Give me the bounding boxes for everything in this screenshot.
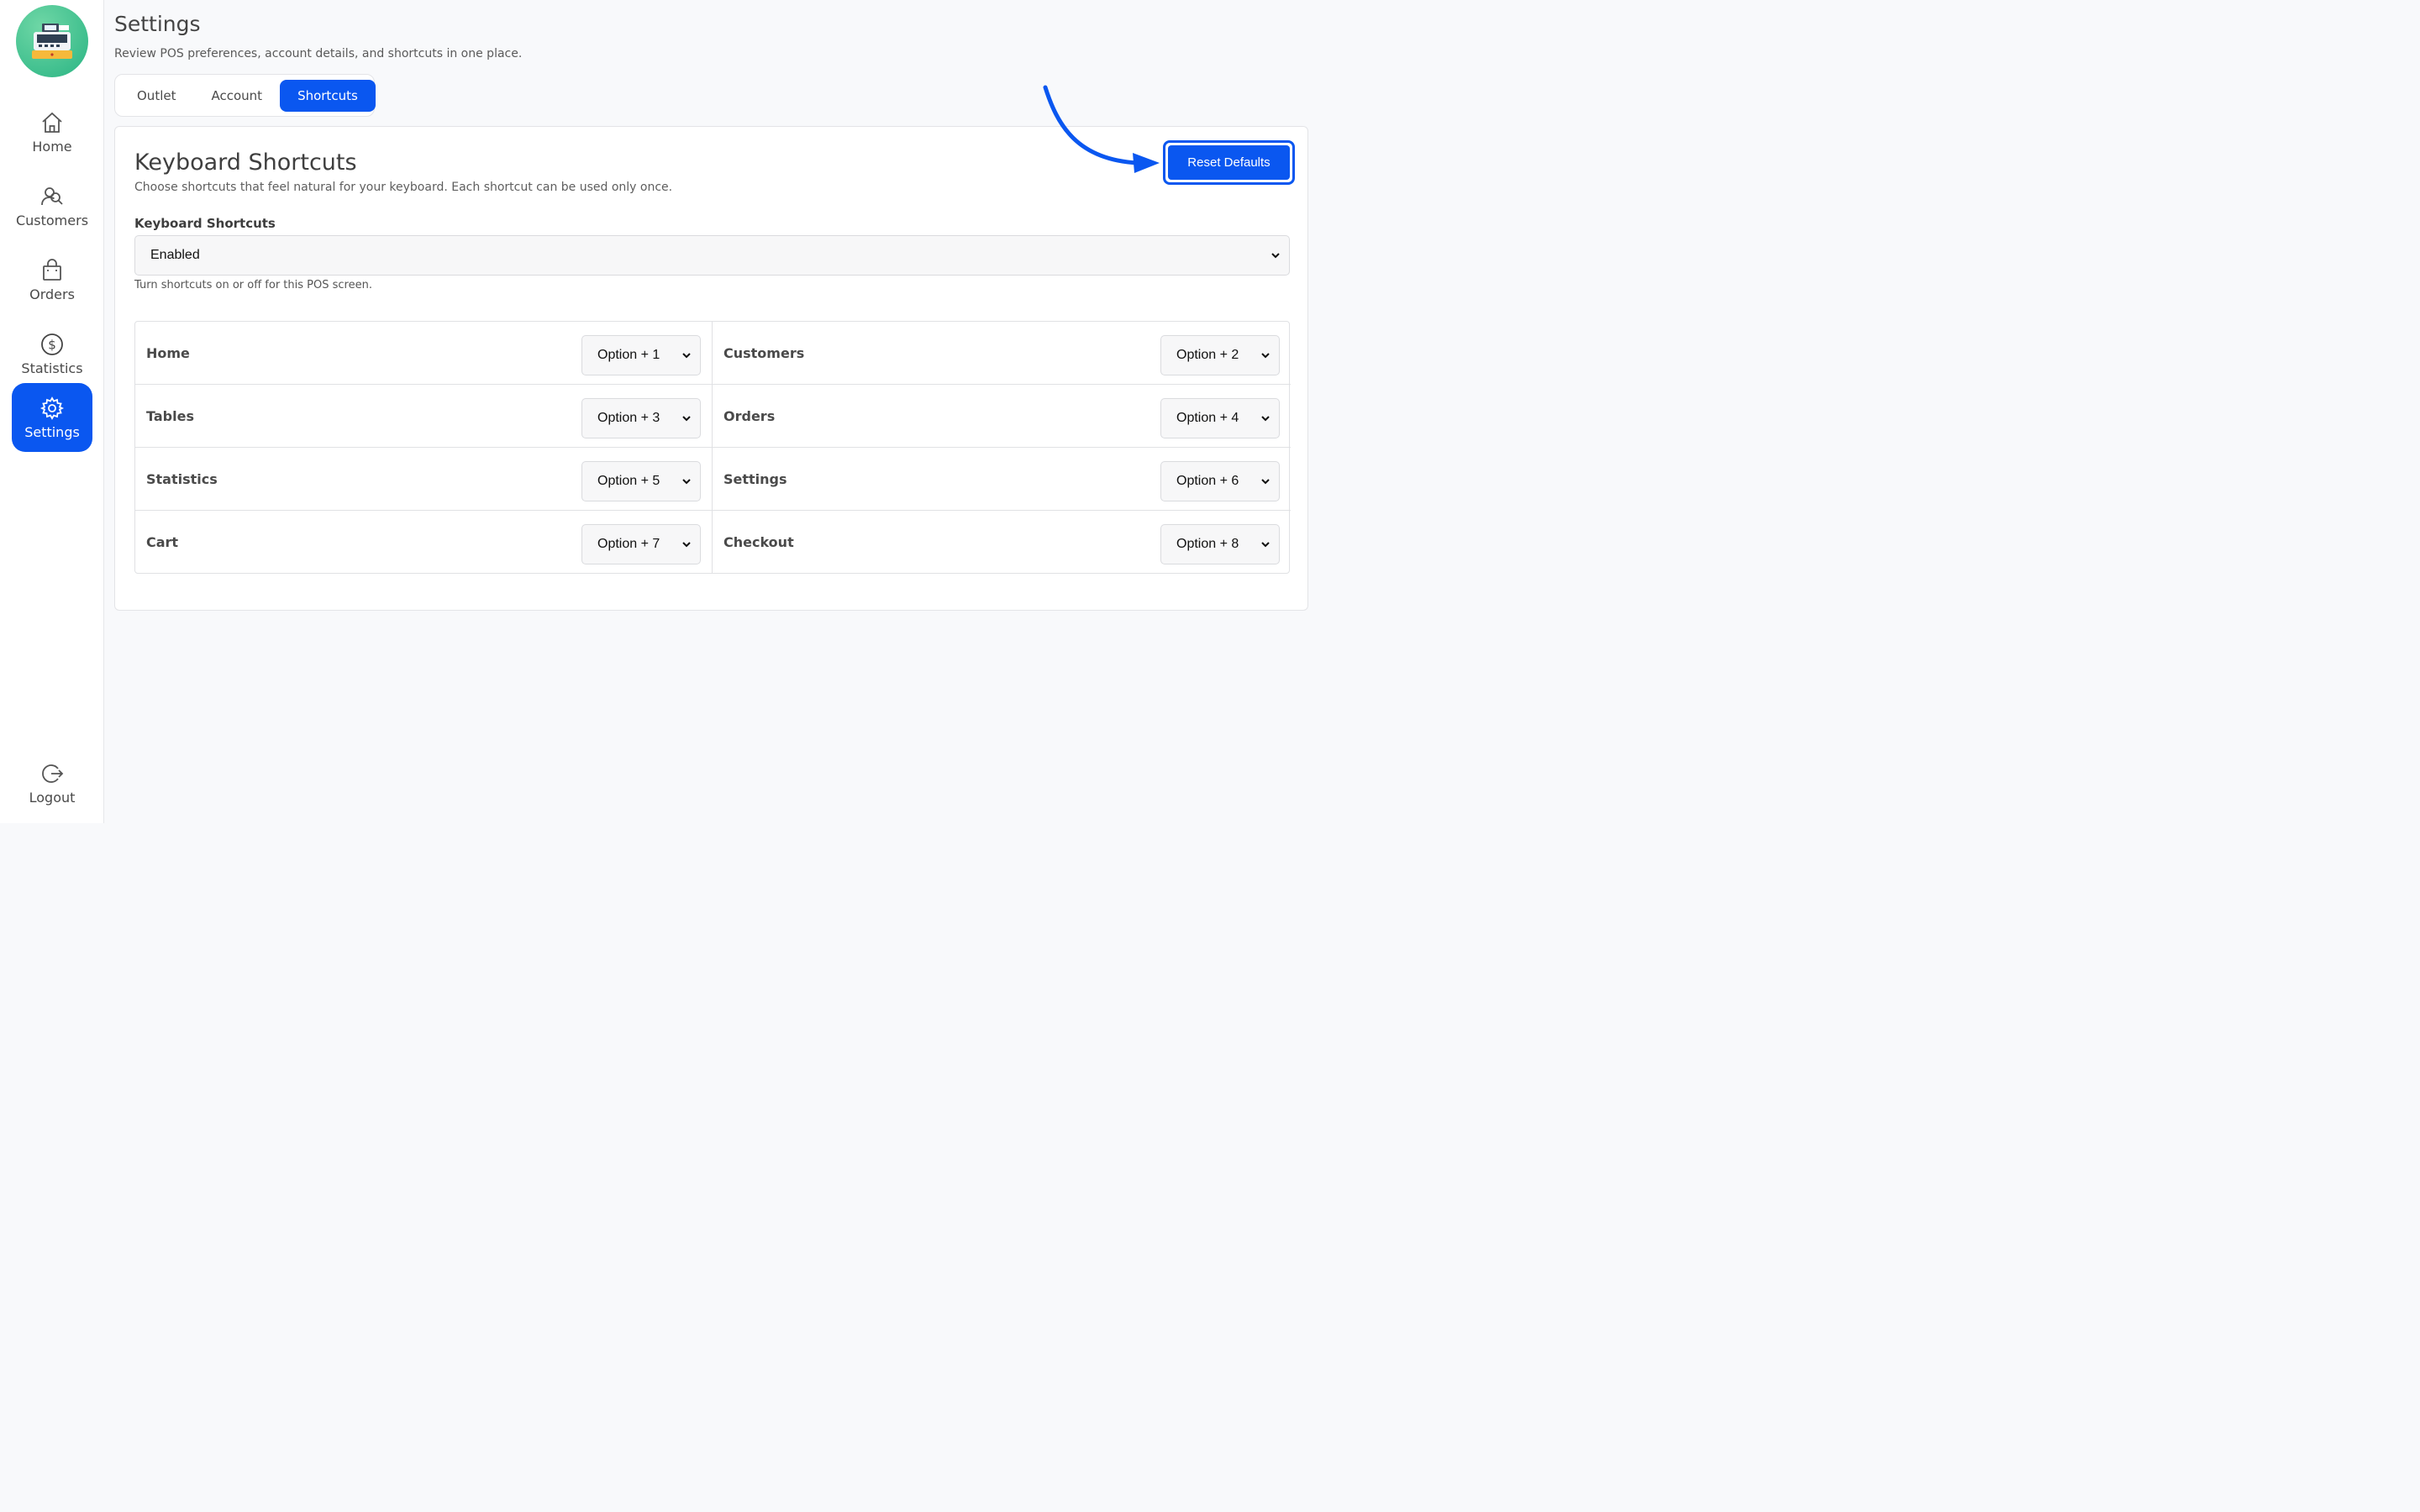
shortcut-row-statistics: Statistics Option + 5 bbox=[135, 448, 713, 511]
sidebar-item-label: Orders bbox=[29, 286, 75, 302]
shortcut-value: Option + 1 bbox=[597, 348, 660, 362]
shortcut-value: Option + 6 bbox=[1176, 474, 1239, 488]
shortcut-name: Statistics bbox=[146, 470, 218, 487]
shortcut-select-customers[interactable]: Option + 2 bbox=[1160, 335, 1280, 375]
shortcut-name: Tables bbox=[146, 407, 194, 424]
shortcut-row-cart: Cart Option + 7 bbox=[135, 511, 713, 574]
shortcut-value: Option + 5 bbox=[597, 474, 660, 488]
settings-tabs: Outlet Account Shortcuts bbox=[114, 74, 376, 117]
shortcut-value: Option + 8 bbox=[1176, 537, 1239, 551]
sidebar-item-statistics[interactable]: $ Statistics bbox=[12, 319, 92, 388]
card-title: Keyboard Shortcuts bbox=[134, 150, 357, 176]
svg-text:$: $ bbox=[48, 337, 56, 352]
shortcut-select-checkout[interactable]: Option + 8 bbox=[1160, 524, 1280, 564]
sidebar-item-orders[interactable]: Orders bbox=[12, 245, 92, 314]
chevron-down-icon bbox=[1261, 416, 1270, 422]
shortcut-name: Checkout bbox=[723, 534, 794, 550]
shortcut-name: Cart bbox=[146, 534, 179, 550]
chevron-down-icon bbox=[682, 353, 691, 359]
shortcut-select-home[interactable]: Option + 1 bbox=[581, 335, 701, 375]
shortcuts-toggle-help: Turn shortcuts on or off for this POS sc… bbox=[134, 279, 372, 291]
logout-icon bbox=[42, 764, 64, 783]
sidebar-item-customers[interactable]: Customers bbox=[12, 171, 92, 240]
chevron-down-icon bbox=[1261, 479, 1270, 485]
annotation-arrow-icon bbox=[1043, 85, 1160, 173]
shortcut-row-customers: Customers Option + 2 bbox=[713, 322, 1291, 385]
shortcut-value: Option + 2 bbox=[1176, 348, 1239, 362]
shortcuts-toggle-select[interactable]: Enabled bbox=[134, 235, 1290, 276]
page-subtitle: Review POS preferences, account details,… bbox=[114, 47, 523, 60]
sidebar: Home Customers Orders $ Statistics Setti… bbox=[0, 0, 104, 823]
reset-defaults-button[interactable]: Reset Defaults bbox=[1168, 145, 1290, 180]
logout-button[interactable]: Logout bbox=[12, 751, 92, 815]
shortcut-select-statistics[interactable]: Option + 5 bbox=[581, 461, 701, 501]
home-icon bbox=[42, 112, 62, 133]
customers-icon bbox=[41, 186, 63, 205]
shortcuts-card: Keyboard Shortcuts Choose shortcuts that… bbox=[114, 126, 1308, 611]
page-title: Settings bbox=[114, 12, 201, 36]
shortcut-value: Option + 3 bbox=[597, 411, 660, 425]
shortcut-row-tables: Tables Option + 3 bbox=[135, 385, 713, 448]
shortcut-name: Customers bbox=[723, 344, 805, 361]
shortcut-row-checkout: Checkout Option + 8 bbox=[713, 511, 1291, 574]
shortcut-name: Orders bbox=[723, 407, 776, 424]
shortcut-select-tables[interactable]: Option + 3 bbox=[581, 398, 701, 438]
tab-account[interactable]: Account bbox=[193, 80, 280, 112]
chevron-down-icon bbox=[682, 416, 691, 422]
gear-icon bbox=[39, 396, 65, 420]
shortcuts-grid: Home Option + 1 Customers Option + 2 Tab… bbox=[134, 321, 1291, 574]
shortcut-select-orders[interactable]: Option + 4 bbox=[1160, 398, 1280, 438]
sidebar-item-label: Statistics bbox=[21, 360, 83, 376]
card-subtitle: Choose shortcuts that feel natural for y… bbox=[134, 181, 673, 194]
tab-shortcuts[interactable]: Shortcuts bbox=[280, 79, 376, 112]
shortcut-row-home: Home Option + 1 bbox=[135, 322, 713, 385]
logout-label: Logout bbox=[29, 789, 76, 806]
shortcut-name: Home bbox=[146, 344, 190, 361]
shortcut-value: Option + 7 bbox=[597, 537, 660, 551]
bag-icon bbox=[43, 258, 61, 281]
reset-defaults-highlight: Reset Defaults bbox=[1163, 140, 1295, 185]
shortcut-select-cart[interactable]: Option + 7 bbox=[581, 524, 701, 564]
sidebar-item-label: Home bbox=[32, 138, 72, 155]
chevron-down-icon bbox=[1261, 353, 1270, 359]
sidebar-item-settings[interactable]: Settings bbox=[12, 383, 92, 452]
cash-register-logo bbox=[16, 5, 88, 77]
sidebar-item-home[interactable]: Home bbox=[12, 97, 92, 166]
dollar-icon: $ bbox=[41, 333, 63, 355]
sidebar-item-label: Customers bbox=[15, 212, 89, 228]
chevron-down-icon bbox=[1261, 542, 1270, 548]
shortcut-value: Option + 4 bbox=[1176, 411, 1239, 425]
tab-outlet[interactable]: Outlet bbox=[119, 80, 193, 112]
shortcut-row-settings: Settings Option + 6 bbox=[713, 448, 1291, 511]
chevron-down-icon bbox=[682, 479, 691, 485]
chevron-down-icon bbox=[1271, 253, 1280, 259]
shortcut-name: Settings bbox=[723, 470, 787, 487]
sidebar-item-label: Settings bbox=[24, 423, 80, 440]
shortcuts-toggle-label: Keyboard Shortcuts bbox=[134, 216, 276, 231]
shortcut-select-settings[interactable]: Option + 6 bbox=[1160, 461, 1280, 501]
shortcut-row-orders: Orders Option + 4 bbox=[713, 385, 1291, 448]
shortcuts-toggle-value: Enabled bbox=[150, 248, 200, 262]
chevron-down-icon bbox=[682, 542, 691, 548]
